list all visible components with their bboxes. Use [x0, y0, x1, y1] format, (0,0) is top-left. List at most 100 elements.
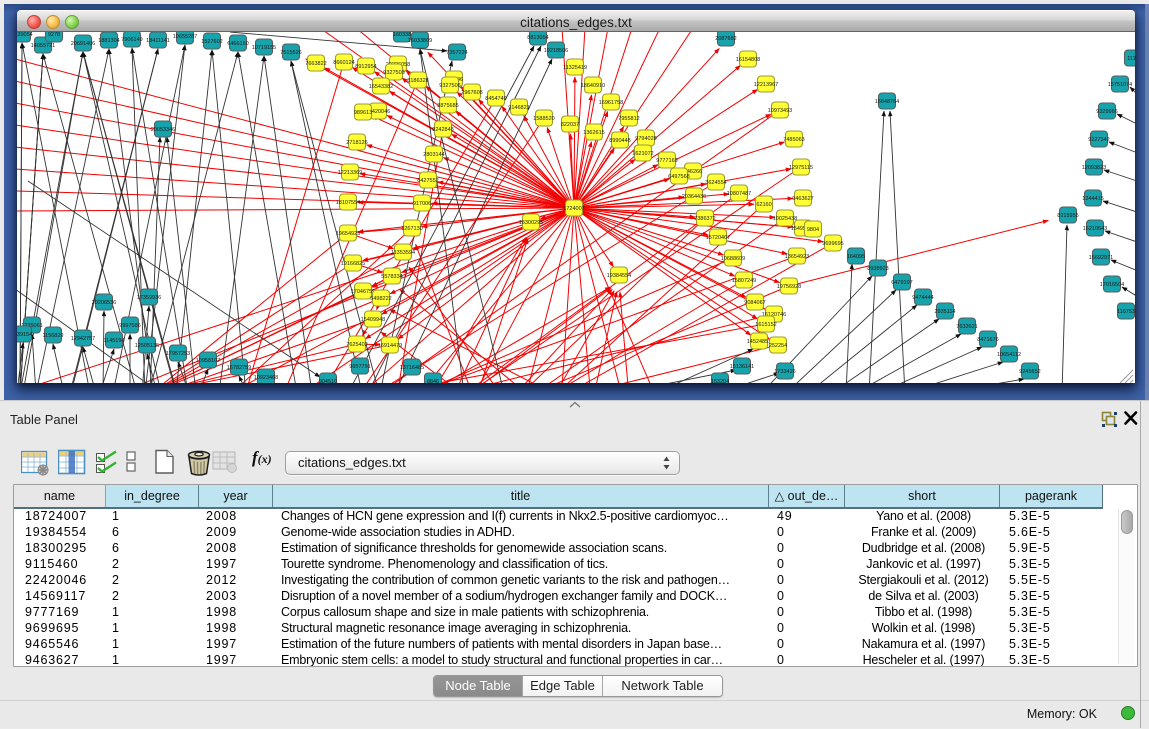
- svg-text:9242848: 9242848: [432, 127, 453, 133]
- svg-text:17359936: 17359936: [137, 295, 161, 301]
- svg-text:9227342: 9227342: [1088, 137, 1109, 143]
- svg-text:5498222: 5498222: [370, 296, 391, 302]
- svg-text:8912954: 8912954: [355, 64, 376, 70]
- svg-text:989613: 989613: [354, 110, 372, 116]
- svg-text:18411141: 18411141: [146, 38, 170, 44]
- svg-text:16961758: 16961758: [599, 100, 623, 106]
- svg-text:18300295: 18300295: [519, 220, 543, 226]
- svg-text:16033809: 16033809: [408, 38, 432, 44]
- svg-text:10807487: 10807487: [727, 191, 751, 197]
- svg-text:8427552: 8427552: [417, 178, 438, 184]
- svg-text:9278: 9278: [48, 32, 60, 38]
- svg-text:62160: 62160: [756, 202, 771, 208]
- svg-text:7625402: 7625402: [346, 342, 367, 348]
- svg-text:17046755: 17046755: [351, 289, 375, 295]
- svg-text:1527602: 1527602: [201, 39, 222, 45]
- svg-text:1733426: 1733426: [774, 369, 795, 375]
- svg-text:7632621: 7632621: [956, 324, 977, 330]
- svg-text:16154808: 16154808: [736, 57, 760, 63]
- svg-text:10958107: 10958107: [196, 358, 220, 364]
- svg-text:15751074: 15751074: [1108, 82, 1132, 88]
- svg-text:5578334: 5578334: [381, 274, 402, 280]
- svg-text:1588520: 1588520: [533, 116, 554, 122]
- svg-text:6479197: 6479197: [891, 280, 912, 286]
- svg-text:19654925: 19654925: [336, 231, 360, 237]
- svg-text:14524851: 14524851: [747, 339, 771, 345]
- svg-text:1145194: 1145194: [103, 338, 124, 344]
- svg-text:2718126: 2718126: [346, 140, 367, 146]
- svg-text:8139054: 8139054: [17, 32, 33, 38]
- svg-text:9327506: 9327506: [439, 83, 460, 89]
- svg-text:2803144: 2803144: [423, 152, 444, 158]
- svg-text:15720407: 15720407: [706, 235, 730, 241]
- svg-text:7906149: 7906149: [121, 37, 142, 43]
- svg-text:8215955: 8215955: [1057, 213, 1078, 219]
- svg-text:1112: 1112: [1127, 56, 1135, 62]
- svg-text:16210643: 16210643: [1083, 226, 1107, 232]
- svg-text:16543382: 16543382: [369, 84, 393, 90]
- svg-text:9245652: 9245652: [1019, 369, 1040, 375]
- svg-text:822037: 822037: [561, 122, 579, 128]
- svg-text:1881304: 1881304: [98, 38, 119, 44]
- svg-text:12975115: 12975115: [789, 165, 813, 171]
- svg-text:9146821: 9146821: [508, 105, 529, 111]
- svg-text:17957253: 17957253: [166, 351, 190, 357]
- svg-text:3624554: 3624554: [705, 180, 726, 186]
- svg-text:20691406: 20691406: [71, 41, 95, 47]
- svg-text:17016504: 17016504: [1100, 282, 1124, 288]
- svg-text:9794028: 9794028: [635, 136, 656, 142]
- svg-text:20364436: 20364436: [682, 194, 706, 200]
- svg-text:12213369: 12213369: [338, 170, 362, 176]
- svg-text:15136141: 15136141: [730, 364, 754, 370]
- svg-text:12942757: 12942757: [71, 336, 95, 342]
- svg-text:7663822: 7663822: [305, 61, 326, 67]
- svg-text:10923468: 10923468: [254, 375, 278, 381]
- svg-text:19384554: 19384554: [607, 273, 631, 279]
- svg-text:8186328: 8186328: [407, 78, 428, 84]
- svg-text:3267130: 3267130: [401, 226, 422, 232]
- svg-text:10025438: 10025438: [773, 216, 797, 222]
- svg-text:252254: 252254: [769, 343, 787, 349]
- svg-text:8813054: 8813054: [527, 35, 548, 41]
- svg-text:8938923: 8938923: [867, 266, 888, 272]
- svg-text:8471676: 8471676: [977, 337, 998, 343]
- svg-text:1362615: 1362615: [583, 130, 604, 136]
- svg-text:7955812: 7955812: [618, 116, 639, 122]
- svg-text:1156829: 1156829: [42, 333, 63, 339]
- svg-text:11325419: 11325419: [563, 65, 587, 71]
- svg-text:20053346: 20053346: [151, 127, 175, 133]
- svg-text:164095: 164095: [847, 254, 865, 260]
- svg-text:1724007: 1724007: [563, 206, 584, 212]
- svg-text:2967608: 2967608: [461, 90, 482, 96]
- svg-text:10973493: 10973493: [768, 108, 792, 114]
- svg-text:2087682: 2087682: [715, 36, 736, 42]
- svg-text:16914479: 16914479: [378, 343, 402, 349]
- svg-text:18107554: 18107554: [336, 200, 360, 206]
- svg-text:7485063: 7485063: [783, 137, 804, 143]
- svg-text:1615152: 1615152: [755, 322, 776, 328]
- svg-text:11353594: 11353594: [391, 250, 415, 256]
- svg-text:9084067: 9084067: [744, 300, 765, 306]
- svg-text:6466160: 6466160: [227, 41, 248, 47]
- svg-text:2935114: 2935114: [934, 309, 955, 315]
- svg-text:7357224: 7357224: [446, 50, 467, 56]
- svg-text:9327503: 9327503: [383, 70, 404, 76]
- svg-text:19756928: 19756928: [777, 284, 801, 290]
- svg-text:9657791: 9657791: [349, 364, 370, 370]
- svg-text:18640910: 18640910: [581, 83, 605, 89]
- svg-text:10654112: 10654112: [997, 352, 1021, 358]
- svg-text:917006: 917006: [413, 201, 431, 207]
- svg-text:904510: 904510: [319, 379, 337, 383]
- svg-text:15409948: 15409948: [361, 317, 385, 323]
- svg-text:9777169: 9777169: [656, 158, 677, 164]
- svg-text:10719155: 10719155: [252, 45, 276, 51]
- svg-text:10655287: 10655287: [173, 34, 197, 40]
- svg-text:8454749: 8454749: [485, 96, 506, 102]
- svg-text:9699695: 9699695: [822, 241, 843, 247]
- svg-text:16782759: 16782759: [227, 365, 251, 371]
- svg-text:15807249: 15807249: [732, 278, 756, 284]
- svg-text:16648764: 16648764: [875, 99, 899, 105]
- svg-text:1621072: 1621072: [632, 151, 653, 157]
- svg-text:9474444: 9474444: [912, 295, 933, 301]
- svg-text:8990448: 8990448: [609, 138, 630, 144]
